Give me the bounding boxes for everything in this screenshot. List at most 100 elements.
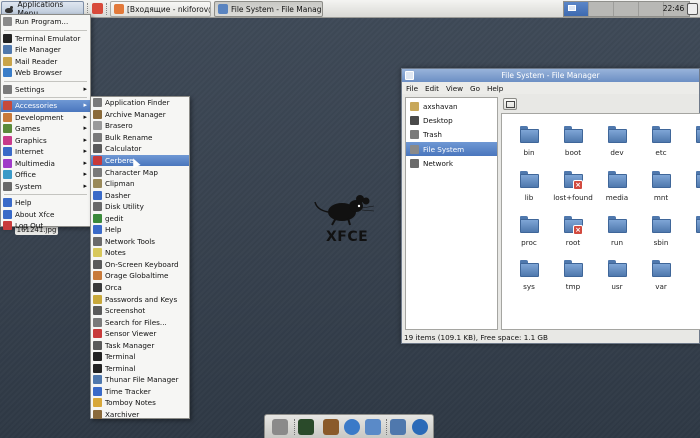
- submenu-item-orca[interactable]: Orca: [91, 282, 189, 294]
- menu-item-settings[interactable]: Settings ▸: [1, 84, 90, 96]
- archive-icon: [93, 109, 102, 119]
- submenu-item-calculator[interactable]: Calculator: [91, 143, 189, 155]
- sidebar-item-desktop[interactable]: Desktop: [406, 113, 497, 127]
- clock[interactable]: 22:46: [662, 1, 685, 17]
- sidebar-item-network[interactable]: Network: [406, 156, 497, 170]
- folder-item[interactable]: [683, 169, 700, 211]
- menu-item-terminal-emulator[interactable]: Terminal Emulator: [1, 33, 90, 45]
- launcher-icon[interactable]: [92, 3, 103, 14]
- menu-item-office[interactable]: Office ▸: [1, 169, 90, 181]
- menu-item-development[interactable]: Development ▸: [1, 112, 90, 124]
- folder-mnt[interactable]: mnt: [639, 169, 683, 211]
- menu-item-file-manager[interactable]: File Manager: [1, 44, 90, 56]
- submenu-item-dasher[interactable]: Dasher: [91, 189, 189, 201]
- submenu-item-bulk-rename[interactable]: Bulk Rename: [91, 132, 189, 144]
- folder-lib[interactable]: lib: [507, 169, 551, 211]
- folder-proc[interactable]: proc: [507, 214, 551, 256]
- submenu-item-on-screen-keyboard[interactable]: On-Screen Keyboard: [91, 259, 189, 271]
- submenu-item-time-tracker[interactable]: Time Tracker: [91, 386, 189, 398]
- folder-sbin[interactable]: sbin: [639, 214, 683, 256]
- terminal-icon[interactable]: [298, 419, 314, 435]
- menu-item-games[interactable]: Games ▸: [1, 123, 90, 135]
- workspace-4[interactable]: [639, 2, 664, 16]
- submenu-item-disk-utility[interactable]: Disk Utility: [91, 201, 189, 213]
- menu-edit[interactable]: Edit: [425, 84, 439, 93]
- folder-var[interactable]: var: [639, 258, 683, 300]
- path-button[interactable]: [503, 98, 517, 110]
- submenu-item-screenshot[interactable]: Screenshot: [91, 305, 189, 317]
- submenu-item-archive-manager[interactable]: Archive Manager: [91, 109, 189, 121]
- submenu-item-terminal[interactable]: Terminal: [91, 351, 189, 363]
- workspace-3[interactable]: [614, 2, 639, 16]
- window-icon[interactable]: [405, 71, 414, 80]
- submenu-item-sensor-viewer[interactable]: Sensor Viewer: [91, 328, 189, 340]
- menu-item-graphics[interactable]: Graphics ▸: [1, 135, 90, 147]
- chevron-right-icon: ▸: [83, 158, 87, 167]
- folder-media[interactable]: media: [595, 169, 639, 211]
- submenu-item-passwords-and-keys[interactable]: Passwords and Keys: [91, 293, 189, 305]
- submenu-item-tomboy-notes[interactable]: Tomboy Notes: [91, 397, 189, 409]
- sidebar-item-trash[interactable]: Trash: [406, 127, 497, 141]
- task-manager-icon: [93, 340, 102, 350]
- folder-sys[interactable]: sys: [507, 258, 551, 300]
- folder-icon: ×: [564, 171, 583, 190]
- file-manager-icon[interactable]: [390, 419, 406, 435]
- submenu-item-terminal[interactable]: Terminal: [91, 363, 189, 375]
- folder-root[interactable]: × root: [551, 214, 595, 256]
- menu-go[interactable]: Go: [470, 84, 480, 93]
- about-icon: [3, 209, 12, 219]
- show-desktop-icon[interactable]: [272, 419, 288, 435]
- menu-file[interactable]: File: [406, 84, 418, 93]
- submenu-item-application-finder[interactable]: Application Finder: [91, 97, 189, 109]
- submenu-item-task-manager[interactable]: Task Manager: [91, 339, 189, 351]
- sidebar-item-file-system[interactable]: File System: [406, 142, 497, 156]
- browser-icon[interactable]: [344, 419, 360, 435]
- folder-etc[interactable]: etc: [639, 124, 683, 166]
- folder-boot[interactable]: boot: [551, 124, 595, 166]
- menu-view[interactable]: View: [446, 84, 463, 93]
- menu-item-log-out[interactable]: Log Out: [1, 220, 90, 232]
- menu-item-system[interactable]: System ▸: [1, 181, 90, 193]
- menu-item-mail-reader[interactable]: Mail Reader: [1, 56, 90, 68]
- menu-help[interactable]: Help: [487, 84, 503, 93]
- menu-item-help[interactable]: Help: [1, 197, 90, 209]
- folder-usr[interactable]: usr: [595, 258, 639, 300]
- folder-tmp[interactable]: tmp: [551, 258, 595, 300]
- folder-dev[interactable]: dev: [595, 124, 639, 166]
- folder-lost-found[interactable]: × lost+found: [551, 169, 595, 211]
- submenu-item-thunar-file-manager[interactable]: Thunar File Manager: [91, 374, 189, 386]
- tray-icon[interactable]: [687, 3, 698, 15]
- submenu-item-gedit[interactable]: gedit: [91, 212, 189, 224]
- submenu-item-character-map[interactable]: Character Map: [91, 166, 189, 178]
- menu-item-internet[interactable]: Internet ▸: [1, 146, 90, 158]
- menu-item-multimedia[interactable]: Multimedia ▸: [1, 158, 90, 170]
- submenu-item-search-for-files[interactable]: Search for Files...: [91, 316, 189, 328]
- submenu-item-label: Dasher: [105, 190, 131, 200]
- submenu-item-orage-globaltime[interactable]: Orage Globaltime: [91, 270, 189, 282]
- workspace-2[interactable]: [589, 2, 614, 16]
- menu-item-run-program[interactable]: Run Program...: [1, 16, 90, 28]
- menu-item-label: File Manager: [15, 45, 61, 55]
- submenu-item-brasero[interactable]: Brasero: [91, 120, 189, 132]
- task-button-file-manager[interactable]: File System - File Manager: [214, 1, 323, 17]
- mail-icon: [3, 56, 12, 66]
- task-button-mail[interactable]: [Входящие - nkiforov@...: [110, 1, 211, 17]
- window-titlebar[interactable]: File System - File Manager: [402, 69, 699, 82]
- menu-item-web-browser[interactable]: Web Browser: [1, 67, 90, 79]
- folder-h[interactable]: h: [683, 124, 700, 166]
- submenu-item-notes[interactable]: Notes: [91, 247, 189, 259]
- workspace-1[interactable]: [564, 2, 589, 16]
- sidebar-item-axshavan[interactable]: axshavan: [406, 99, 497, 113]
- search-icon[interactable]: [365, 419, 381, 435]
- text-editor-icon[interactable]: [323, 419, 339, 435]
- folder-run[interactable]: run: [595, 214, 639, 256]
- folder-item[interactable]: [683, 214, 700, 256]
- folder-bin[interactable]: bin: [507, 124, 551, 166]
- submenu-item-clipman[interactable]: Clipman: [91, 178, 189, 190]
- menu-item-about-xfce[interactable]: About Xfce: [1, 209, 90, 221]
- submenu-item-help[interactable]: Help: [91, 224, 189, 236]
- submenu-item-xarchiver[interactable]: Xarchiver: [91, 409, 189, 421]
- submenu-item-network-tools[interactable]: Network Tools: [91, 236, 189, 248]
- globe-icon[interactable]: [412, 419, 428, 435]
- menu-item-accessories[interactable]: Accessories ▸: [1, 100, 90, 112]
